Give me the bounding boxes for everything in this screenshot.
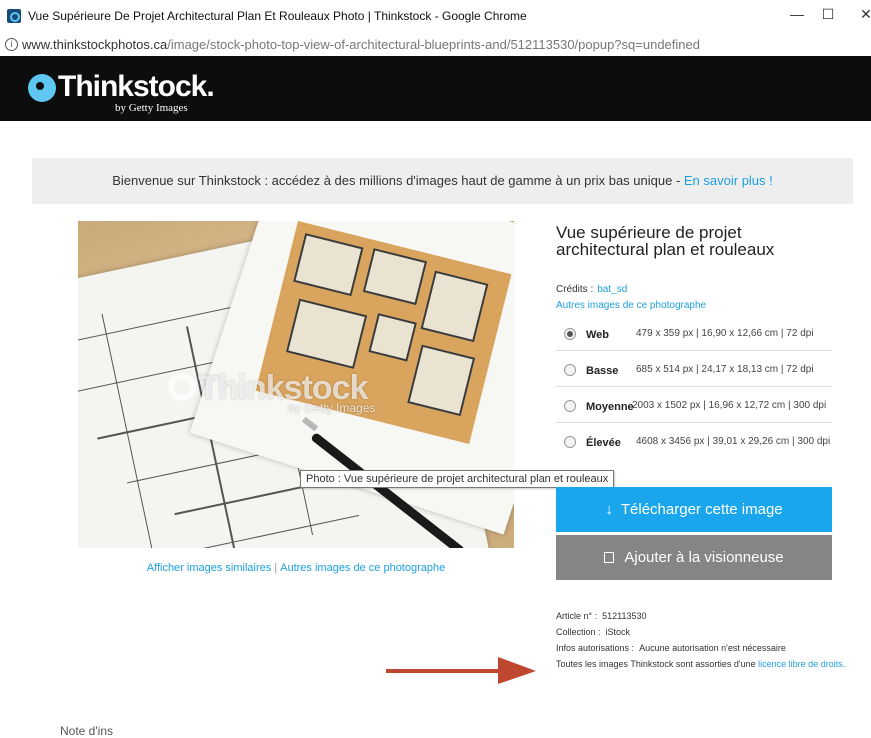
size-name: Web xyxy=(586,329,610,341)
size-name: Basse xyxy=(586,365,619,377)
welcome-banner: Bienvenue sur Thinkstock : accédez à des… xyxy=(32,158,853,204)
url-domain: www.thinkstockphotos.ca xyxy=(22,37,168,52)
size-option-basse[interactable]: Basse 685 x 514 px | 24,17 x 18,13 cm | … xyxy=(556,354,832,387)
credits: Crédits : bat_sd xyxy=(556,284,627,295)
photo-tooltip: Photo : Vue supérieure de projet archite… xyxy=(300,470,615,488)
maximize-button[interactable]: ☐ xyxy=(818,6,838,23)
lightbox-label: Ajouter à la visionneuse xyxy=(624,549,784,566)
learn-more-link[interactable]: En savoir plus ! xyxy=(684,173,773,188)
info-icon[interactable]: i xyxy=(5,38,18,51)
banner-text: Bienvenue sur Thinkstock : accédez à des… xyxy=(112,173,684,188)
size-dimensions: 685 x 514 px | 24,17 x 18,13 cm | 72 dpi xyxy=(636,364,814,375)
download-label: Télécharger cette image xyxy=(620,501,783,518)
link-separator: | xyxy=(274,562,278,574)
license-text: Toutes les images Thinkstock sont assort… xyxy=(556,659,759,669)
credits-label: Crédits : xyxy=(556,284,594,295)
collection: Collection : iStock xyxy=(556,624,846,640)
photo-watermark-sub: by Getty Images xyxy=(288,401,376,415)
radio-basse[interactable] xyxy=(564,364,576,376)
radio-web[interactable] xyxy=(564,328,576,340)
collection-value: iStock xyxy=(605,627,631,637)
article-number: Article n° : 512113530 xyxy=(556,608,846,624)
size-option-web[interactable]: Web 479 x 359 px | 16,90 x 12,66 cm | 72… xyxy=(556,318,832,351)
add-to-lightbox-button[interactable]: Ajouter à la visionneuse xyxy=(556,535,832,580)
stock-photo[interactable]: Thinkstock by Getty Images xyxy=(78,221,514,548)
rights-label: Infos autorisations : xyxy=(556,643,635,653)
article-label: Article n° : xyxy=(556,611,598,621)
annotation-arrow-icon xyxy=(386,657,536,684)
size-name: Moyenne xyxy=(586,401,634,413)
collection-label: Collection : xyxy=(556,627,601,637)
close-button[interactable]: ✕ xyxy=(856,6,871,23)
size-dimensions: 479 x 359 px | 16,90 x 12,66 cm | 72 dpi xyxy=(636,328,814,339)
watermark-mark-icon xyxy=(168,373,196,401)
address-bar[interactable]: i www.thinkstockphotos.ca/image/stock-ph… xyxy=(0,36,871,56)
partial-footer-text: Note d'ins xyxy=(60,724,113,738)
photo-links: Afficher images similaires | Autres images… xyxy=(78,562,514,574)
size-option-elevee[interactable]: Élevée 4608 x 3456 px | 39,01 x 29,26 cm… xyxy=(556,426,832,459)
size-name: Élevée xyxy=(586,437,621,449)
window-title: Vue Supérieure De Projet Architectural P… xyxy=(28,9,527,23)
size-dimensions: 2003 x 1502 px | 16,96 x 12,72 cm | 300 … xyxy=(632,400,827,411)
site-header: Thinkstock. by Getty Images xyxy=(0,56,871,121)
image-metadata: Article n° : 512113530 Collection : iSto… xyxy=(556,608,846,672)
rights-info: Infos autorisations : Aucune autorisatio… xyxy=(556,640,846,656)
browser-titlebar: Vue Supérieure De Projet Architectural P… xyxy=(0,0,871,36)
url-text[interactable]: www.thinkstockphotos.ca/image/stock-phot… xyxy=(22,37,700,52)
download-image-button[interactable]: ↓ Télécharger cette image xyxy=(556,487,832,532)
royalty-free-license-link[interactable]: licence libre de droits. xyxy=(758,659,845,669)
rights-value: Aucune autorisation n'est nécessaire xyxy=(639,643,786,653)
radio-elevee[interactable] xyxy=(564,436,576,448)
lightbox-icon xyxy=(604,552,615,563)
url-path: /image/stock-photo-top-view-of-architect… xyxy=(167,37,700,52)
article-value: 512113530 xyxy=(602,611,647,621)
logo-subtitle: by Getty Images xyxy=(115,102,188,114)
logo-text: Thinkstock. xyxy=(58,70,215,103)
more-photographer-link[interactable]: Autres images de ce photographe xyxy=(556,300,706,311)
minimize-button[interactable]: — xyxy=(787,6,807,22)
size-option-moyenne[interactable]: Moyenne 2003 x 1502 px | 16,96 x 12,72 c… xyxy=(556,390,832,423)
license-info: Toutes les images Thinkstock sont assort… xyxy=(556,656,846,672)
similar-images-link[interactable]: Afficher images similaires xyxy=(147,562,272,574)
radio-moyenne[interactable] xyxy=(564,400,576,412)
thinkstock-favicon-icon xyxy=(7,9,21,23)
photographer-images-link[interactable]: Autres images de ce photographe xyxy=(280,562,445,574)
image-title: Vue supérieure de projet architectural p… xyxy=(556,223,775,259)
download-arrow-icon: ↓ xyxy=(605,501,613,518)
logo-mark-icon xyxy=(28,74,56,102)
credits-photographer-link[interactable]: bat_sd xyxy=(597,284,627,295)
size-dimensions: 4608 x 3456 px | 39,01 x 29,26 cm | 300 … xyxy=(636,436,831,447)
